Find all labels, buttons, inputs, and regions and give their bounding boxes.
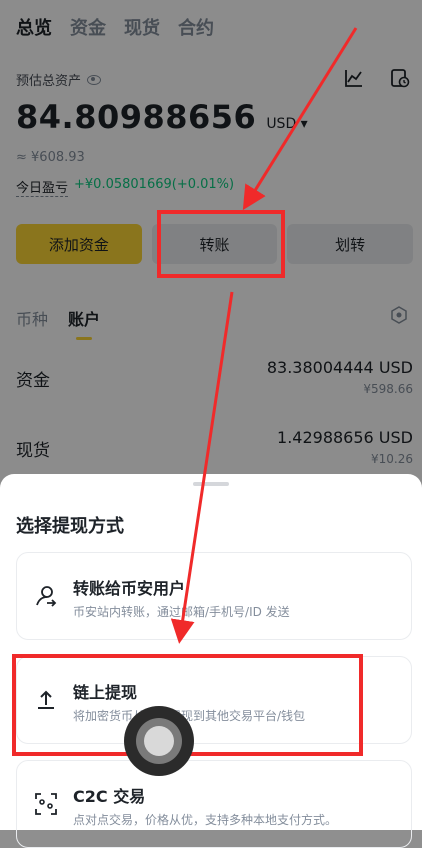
- assistive-touch-button[interactable]: [124, 706, 194, 776]
- annotation-arrows: [170, 27, 358, 644]
- annotation-arrow-to-transfer: [242, 27, 358, 211]
- annotation-arrow-to-onchain: [170, 291, 234, 644]
